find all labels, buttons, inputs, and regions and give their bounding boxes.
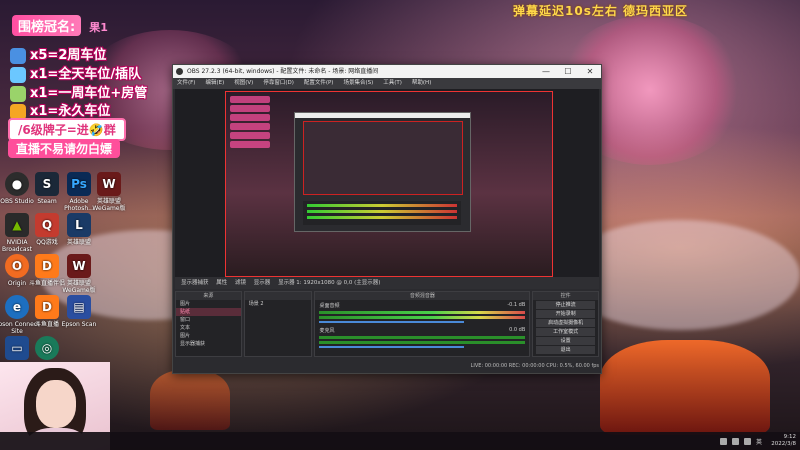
settings-button[interactable]: 设置 <box>536 337 595 345</box>
obs-status-bar: LIVE: 00:00:00 REC: 00:00:00 CPU: 0.5%, … <box>470 363 599 369</box>
windows-taskbar: 英 9:12 2022/3/8 <box>0 432 800 450</box>
volume-slider[interactable] <box>319 346 464 348</box>
nested-mixer <box>303 201 461 225</box>
track-name: 桌面音频 <box>319 303 340 309</box>
source-item[interactable]: 图片 <box>176 300 241 308</box>
menu-file[interactable]: 文件(F) <box>177 78 195 89</box>
clock-date: 2022/3/8 <box>771 441 796 447</box>
menu-docks[interactable]: 停靠窗口(D) <box>263 78 294 89</box>
audio-mixer-dock: 音频混音器 桌面音频 -0.1 dB 麦克风 0.0 dB <box>314 291 531 357</box>
obs-icon <box>176 68 183 75</box>
menu-profile[interactable]: 配置文件(P) <box>304 78 334 89</box>
scenes-dock: 场景 2 <box>243 291 313 357</box>
rule-line-4: x1=永久车位 <box>10 100 110 120</box>
system-tray: 英 <box>719 432 762 450</box>
desktop-icon-lol[interactable]: L 英雄联盟 <box>54 213 104 246</box>
volume-meter <box>319 316 526 319</box>
audio-mixer-title: 音频混音器 <box>315 292 530 300</box>
lava-right <box>600 340 770 435</box>
controls-dock: 控件 停止推流 开始录制 启动虚拟摄像机 工作室模式 设置 退出 <box>532 291 599 357</box>
source-toolbar: 显示器捕获 属性 滤镜 显示器 显示器 1: 1920x1080 @ 0,0 (… <box>175 277 599 289</box>
input-method-indicator[interactable]: 英 <box>756 437 762 446</box>
controls-dock-title: 控件 <box>533 292 598 300</box>
desktop-icon-epson-scan[interactable]: ▤ Epson Scan <box>54 295 104 328</box>
minimize-icon[interactable]: — <box>535 65 557 78</box>
desktop-icon-wegame-2[interactable]: W 英雄联盟 WeGame版 <box>54 254 104 294</box>
menu-tools[interactable]: 工具(T) <box>383 78 402 89</box>
volume-meter <box>319 311 526 314</box>
app-icon: ◎ <box>35 336 59 360</box>
source-item[interactable]: 文本 <box>176 324 241 332</box>
filters-button[interactable]: 滤镜 <box>235 280 246 286</box>
desktop-icon-wegame[interactable]: W 英雄联盟 WeGame版 <box>84 172 134 212</box>
source-item[interactable]: 图片 <box>176 332 241 340</box>
obs-docks: 来源 图片 贴纸 窗口 文本 图片 显示器捕获 场景 2 音频混音器 桌面音频 … <box>175 291 599 357</box>
volume-meter <box>319 341 526 344</box>
exit-button[interactable]: 退出 <box>536 346 595 354</box>
close-icon[interactable]: ✕ <box>579 65 601 78</box>
track-db: -0.1 dB <box>507 302 526 308</box>
obs-window[interactable]: OBS 27.2.3 (64-bit, windows) - 配置文件: 未命名… <box>172 64 602 374</box>
current-source-label: 显示器捕获 <box>181 280 209 286</box>
scenes-dock-title <box>244 292 312 300</box>
menu-view[interactable]: 视图(V) <box>234 78 253 89</box>
obs-title-text: OBS 27.2.3 (64-bit, windows) - 配置文件: 未命名… <box>187 68 379 75</box>
obs-menu-bar: 文件(F) 编辑(E) 视图(V) 停靠窗口(D) 配置文件(P) 场景集合(S… <box>173 78 601 89</box>
sources-dock-title: 来源 <box>176 292 241 300</box>
preview-canvas[interactable] <box>225 91 553 277</box>
stop-streaming-button[interactable]: 停止推流 <box>536 301 595 309</box>
nested-obs-window <box>294 112 471 232</box>
source-item[interactable]: 窗口 <box>176 316 241 324</box>
nested-preview <box>303 121 463 195</box>
track-name: 麦克风 <box>319 328 335 334</box>
car-icon <box>10 47 26 64</box>
network-icon[interactable] <box>731 437 739 445</box>
obs-title-bar[interactable]: OBS 27.2.3 (64-bit, windows) - 配置文件: 未命名… <box>173 65 601 78</box>
menu-scene-collection[interactable]: 场景集合(S) <box>343 78 373 89</box>
rule-line-3: x1=一周车位+房管 <box>10 82 147 102</box>
wegame-icon: W <box>97 172 121 196</box>
sources-dock: 来源 图片 贴纸 窗口 文本 图片 显示器捕获 <box>175 291 242 357</box>
lava-left <box>150 370 230 430</box>
volume-slider[interactable] <box>319 321 464 323</box>
start-recording-button[interactable]: 开始录制 <box>536 310 595 318</box>
window-controls: — ☐ ✕ <box>535 65 601 78</box>
chevron-up-icon[interactable] <box>719 437 727 445</box>
lol-icon: L <box>67 213 91 237</box>
mixer-track-desktop: 桌面音频 -0.1 dB <box>315 300 529 325</box>
obs-preview[interactable] <box>175 89 599 277</box>
scene-item[interactable]: 场景 2 <box>245 300 312 308</box>
display-select[interactable]: 显示器 1: 1920x1080 @ 0,0 (主显示器) <box>278 280 380 286</box>
source-item[interactable]: 显示器捕获 <box>176 340 241 348</box>
title-banner-text: 围榜冠名: <box>12 15 82 36</box>
wegame-icon: W <box>67 254 91 278</box>
support-notice: 直播不易请勿白嫖 <box>8 139 121 158</box>
taskbar-clock[interactable]: 9:12 2022/3/8 <box>771 434 796 448</box>
maximize-icon[interactable]: ☐ <box>557 65 579 78</box>
properties-button[interactable]: 属性 <box>216 280 227 286</box>
scan-icon: ▤ <box>67 295 91 319</box>
title-banner-tail: 果1 <box>89 21 108 34</box>
desktop-icon-green[interactable]: ◎ <box>22 336 72 362</box>
virtual-camera-button[interactable]: 启动虚拟摄像机 <box>536 319 595 327</box>
title-banner: 围榜冠名: 果1 <box>12 15 162 36</box>
track-db: 0.0 dB <box>509 327 526 333</box>
display-label: 显示器 <box>253 280 271 286</box>
rule-line-2: x1=全天车位/插队 <box>10 63 141 83</box>
studio-mode-button[interactable]: 工作室模式 <box>536 328 595 336</box>
volume-icon[interactable] <box>743 437 751 445</box>
menu-help[interactable]: 帮助(H) <box>412 78 431 89</box>
danmaku-delay-notice: 弹幕延迟10s左右 德玛西亚区 <box>513 4 689 18</box>
car-icon <box>10 66 26 83</box>
menu-edit[interactable]: 编辑(E) <box>205 78 224 89</box>
mixer-track-mic: 麦克风 0.0 dB <box>315 325 529 350</box>
preview-overlay-miniature <box>230 96 270 150</box>
fan-badge-notice: /6级牌子=进🤣群 <box>8 118 126 141</box>
volume-meter <box>319 336 526 339</box>
clock-time: 9:12 <box>783 434 796 440</box>
source-item[interactable]: 贴纸 <box>176 308 241 316</box>
streamer-face <box>36 380 76 428</box>
rule-line-1: x5=2周车位 <box>10 44 106 64</box>
